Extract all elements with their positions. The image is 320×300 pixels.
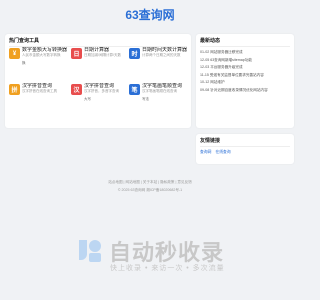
news-panel: 最新动态 01-02 网站服务器迁移完成 12-05 63查询网新增sitema… (196, 34, 294, 128)
friend-links-panel: 友情链接 查询网 在线查询 (196, 134, 294, 164)
brush-icon: 笔 (128, 84, 140, 95)
news-item[interactable]: 11-15 受邀有关监督单位要求完善站内容 (200, 72, 292, 80)
news-item[interactable]: 09-08 针对近期百度收录情况优化网站内容 (200, 87, 292, 95)
footer-links[interactable]: 站点地图 | 网站地图 | 关于本站 | 隐私政策 | 意见反馈 (0, 180, 300, 185)
tool-desc: 日期加减/间隔计算/天数 (84, 53, 121, 57)
hanzi-icon: 汉 (71, 84, 83, 95)
tool-item-amount-converter[interactable]: ¥ 数字金额大写转换器 人民币金额大写数字转换 换 (9, 47, 67, 75)
currency-icon: ¥ (9, 48, 20, 59)
news-item[interactable]: 12-05 63查询网新增sitemap功能 (200, 57, 292, 65)
news-item[interactable]: 12-03 平台服务器升级完成 (200, 64, 292, 72)
tool-desc: 汉字拼音在线查询工具 (22, 89, 57, 93)
tool-item-stroke-order[interactable]: 笔 汉字笔画笔顺查询 汉字笔画笔顺在线查询 写法 (128, 83, 187, 111)
page: 63查询网 热门查询工具 ¥ 数字金额大写转换器 人民币金额大写数字转换 换 日… (0, 0, 300, 300)
tools-grid: ¥ 数字金额大写转换器 人民币金额大写数字转换 换 日 日期计算器 日期加减/间… (9, 47, 187, 111)
clock-icon: 时 (128, 48, 140, 59)
pinyin-icon: 拼 (9, 84, 20, 95)
tool-desc: 汉字笔画笔顺在线查询 (141, 89, 177, 93)
tool-tag: 大写 (84, 97, 92, 101)
tool-item-hanzi-pinyin[interactable]: 汉 汉字拼音查询 汉字拼音，多音字查询 大写 (71, 83, 125, 111)
tool-item-date-calculator[interactable]: 日 日期计算器 日期加减/间隔计算/天数 (71, 47, 125, 75)
footer-copyright: © 2025 63查询网 湘ICP备18020682号-1 (117, 188, 183, 192)
calendar-icon: 日 (71, 48, 83, 59)
tool-desc: 人民币金额大写数字转换 (22, 53, 61, 57)
news-item[interactable]: 01-02 网站服务器迁移完成 (200, 49, 292, 57)
tool-desc: 计算两个日期之间的天数 (141, 53, 181, 57)
watermark-subtext: 快上收录 • 来访一次 • 多次流量 (110, 265, 225, 272)
friend-links-row: 查询网 在线查询 (200, 150, 234, 155)
tool-desc: 汉字拼音，多音字查询 (84, 89, 120, 93)
friend-links-title: 友情链接 (200, 138, 221, 144)
friend-link[interactable]: 查询网 (200, 150, 211, 154)
divider (200, 146, 290, 147)
friend-link[interactable]: 在线查询 (215, 150, 230, 154)
tool-tag: 换 (22, 61, 26, 65)
news-list: 01-02 网站服务器迁移完成 12-05 63查询网新增sitemap功能 1… (200, 49, 292, 95)
tools-panel: 热门查询工具 ¥ 数字金额大写转换器 人民币金额大写数字转换 换 日 日期计算器… (5, 34, 191, 128)
news-item[interactable]: 10-12 网站维护 (200, 79, 292, 87)
tools-panel-title: 热门查询工具 (9, 38, 40, 44)
tool-tag: 写法 (141, 97, 149, 101)
tool-item-pinyin-lookup[interactable]: 拼 汉字拼音查询 汉字拼音在线查询工具 (9, 83, 67, 111)
tool-item-days-calculator[interactable]: 时 日期时间天数计算器 计算两个日期之间的天数 (128, 47, 187, 75)
watermark-logo-icon (79, 240, 101, 262)
news-panel-title: 最新动态 (200, 38, 221, 44)
divider (200, 46, 290, 47)
site-logo[interactable]: 63查询网 (0, 6, 300, 23)
watermark: 自动秒收录 快上收录 • 来访一次 • 多次流量 (0, 232, 300, 278)
